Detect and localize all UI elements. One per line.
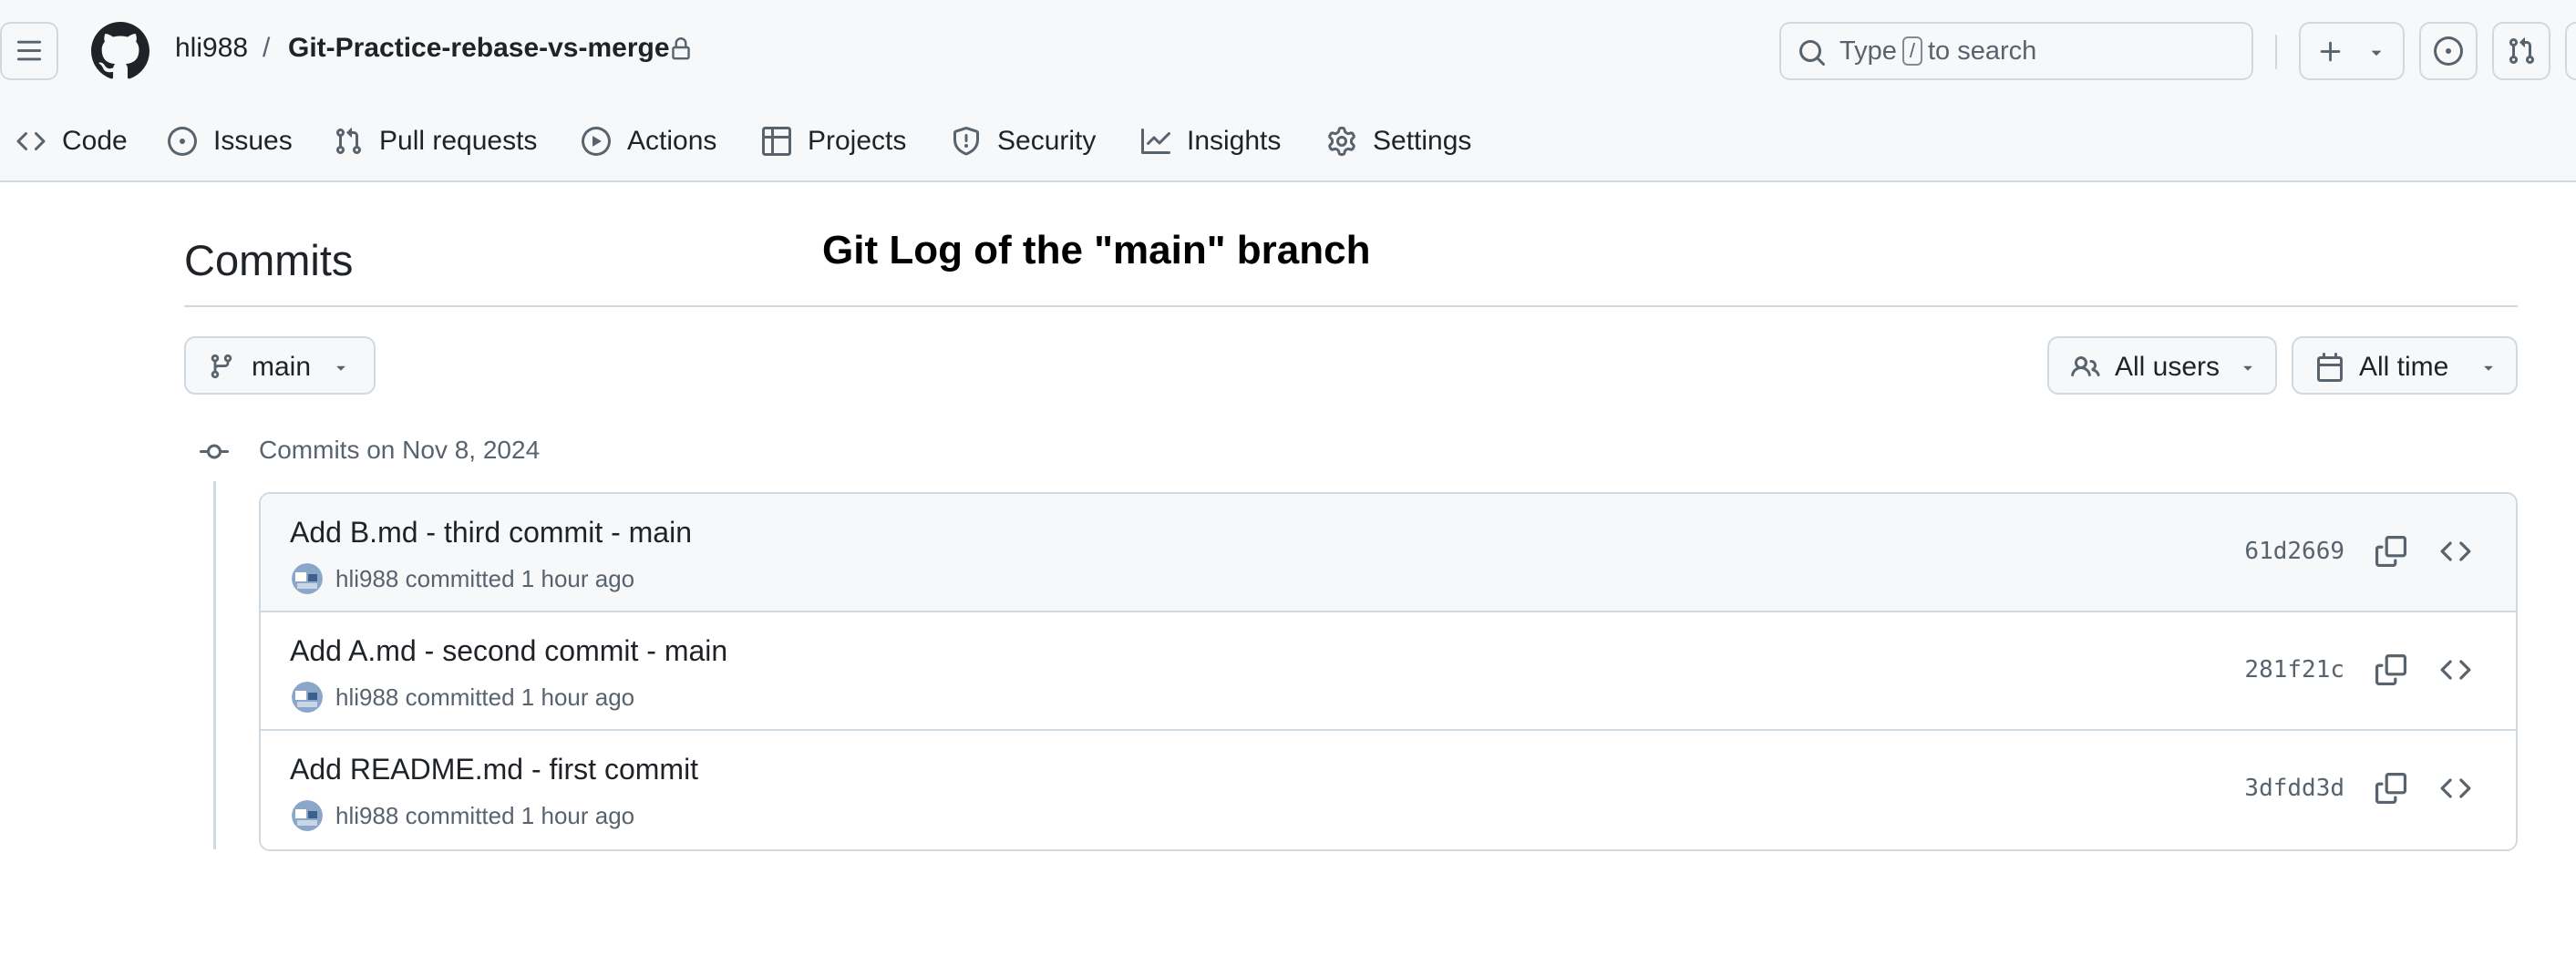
commit-meta: hli988 committed 1 hour ago [335,565,634,593]
commit-action-text: committed [405,683,515,711]
git-pull-request-icon [335,128,362,155]
annotation-overlay: Git Log of the "main" branch [822,228,1371,272]
tab-pull-requests-label: Pull requests [379,126,538,156]
table-icon [762,127,791,156]
commit-message-link[interactable]: Add B.md - third commit - main [290,516,692,550]
git-commit-icon [200,444,229,459]
inbox-button[interactable] [2565,22,2576,80]
commit-meta: hli988 committed 1 hour ago [335,683,634,712]
your-pull-requests-button[interactable] [2492,22,2550,80]
commit-author-link[interactable]: hli988 [335,802,398,829]
play-icon [582,127,611,156]
open-menu-button[interactable] [0,22,58,80]
commit-relative-time: 1 hour ago [520,565,635,592]
plus-icon [2320,41,2341,62]
tab-code[interactable]: Code [16,118,128,164]
tab-settings[interactable]: Settings [1327,118,1471,164]
header-divider [2275,35,2277,69]
create-new-button[interactable] [2299,22,2405,80]
code-icon [16,131,46,151]
title-divider [184,305,2518,307]
your-issues-button[interactable] [2419,22,2478,80]
browse-code-icon[interactable] [2439,536,2472,567]
tab-actions[interactable]: Actions [582,118,716,164]
tab-issues-label: Issues [213,126,293,156]
tab-projects[interactable]: Projects [762,118,906,164]
avatar[interactable] [292,682,323,713]
avatar[interactable] [292,563,323,594]
timeline-line [213,481,216,849]
commit-sha-link[interactable]: 3dfdd3d [2244,775,2344,802]
shield-icon [953,127,979,156]
browse-code-icon[interactable] [2439,773,2472,804]
copy-icon[interactable] [2375,654,2406,685]
triangle-down-icon [336,365,345,371]
gear-icon [1328,127,1355,156]
tab-issues[interactable]: Issues [168,118,293,164]
repo-owner-link[interactable]: hli988 [175,33,248,64]
search-input[interactable]: Type / to search [1779,22,2253,80]
tab-actions-label: Actions [627,126,717,156]
people-icon [2071,355,2100,377]
lock-icon [672,37,690,60]
tab-security-label: Security [997,126,1097,156]
tab-insights-label: Insights [1187,126,1282,156]
calendar-icon [2317,353,2343,382]
tab-code-label: Code [62,126,128,156]
search-suffix: to search [1928,36,2037,66]
users-filter-label: All users [2115,352,2221,382]
git-pull-request-icon [2509,37,2535,65]
commit-meta: hli988 committed 1 hour ago [335,802,634,830]
triangle-down-icon [2243,365,2252,371]
issue-opened-icon [168,127,197,156]
avatar[interactable] [292,800,323,831]
tab-insights[interactable]: Insights [1141,118,1281,164]
commit-message-link[interactable]: Add README.md - first commit [290,753,698,786]
commit-relative-time: 1 hour ago [520,683,635,711]
page-title: Commits [184,236,354,284]
graph-icon [1141,128,1170,154]
hamburger-icon [16,40,42,61]
commit-action-text: committed [405,802,515,829]
issue-opened-icon [2434,36,2463,66]
github-logo-icon[interactable] [91,22,149,80]
commit-relative-time: 1 hour ago [520,802,635,829]
git-branch-icon [211,354,232,379]
app-header: hli988 / Git-Practice-rebase-vs-merge Ty… [0,0,2576,182]
search-icon [1799,40,1826,67]
commit-row: Add A.md - second commit - main hli988 c… [261,612,2516,731]
browse-code-icon[interactable] [2439,654,2472,685]
search-prefix: Type [1839,36,1897,66]
copy-icon[interactable] [2375,536,2406,567]
commit-list: Add B.md - third commit - main hli988 co… [259,492,2518,851]
branch-selector-button[interactable]: main [184,336,376,395]
commit-author-link[interactable]: hli988 [335,565,398,592]
tab-pull-requests[interactable]: Pull requests [334,118,537,164]
time-filter-label: All time [2359,352,2449,382]
repo-name-link[interactable]: Git-Practice-rebase-vs-merge [288,33,670,64]
commit-group-date: Commits on Nov 8, 2024 [259,436,541,464]
search-shortcut-key: / [1901,36,1922,66]
copy-icon[interactable] [2375,773,2406,804]
repo-nav: Code Issues Pull requests Actions Projec… [0,102,2576,182]
commit-action-text: committed [405,565,515,592]
commit-row: Add README.md - first commit hli988 comm… [261,731,2516,849]
top-bar: hli988 / Git-Practice-rebase-vs-merge Ty… [0,0,2576,102]
commit-author-link[interactable]: hli988 [335,683,398,711]
commit-sha-link[interactable]: 281f21c [2244,656,2344,683]
tab-projects-label: Projects [808,126,907,156]
commit-row: Add B.md - third commit - main hli988 co… [261,494,2516,612]
time-filter-button[interactable]: All time [2292,336,2518,395]
users-filter-button[interactable]: All users [2047,336,2277,395]
tab-security[interactable]: Security [952,118,1096,164]
tab-settings-label: Settings [1373,126,1472,156]
breadcrumb-separator: / [263,33,271,63]
commit-sha-link[interactable]: 61d2669 [2244,538,2344,565]
branch-selector-label: main [252,352,312,382]
triangle-down-icon [2371,50,2382,56]
commit-message-link[interactable]: Add A.md - second commit - main [290,634,727,668]
triangle-down-icon [2484,365,2493,371]
